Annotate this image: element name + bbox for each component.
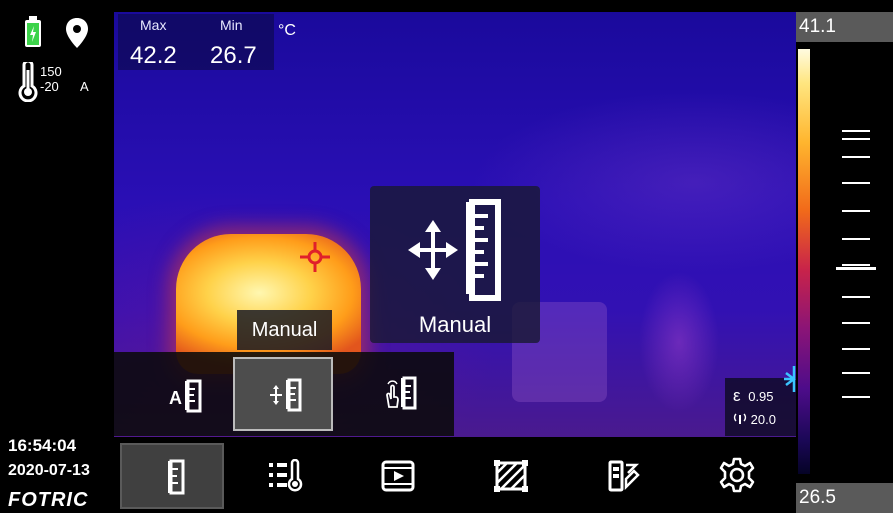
image-fusion-icon bbox=[494, 460, 528, 492]
bottom-toolbar bbox=[114, 437, 796, 513]
manual-level-button[interactable] bbox=[233, 357, 333, 431]
max-value: 42.2 bbox=[130, 42, 177, 69]
min-value: 26.7 bbox=[210, 42, 257, 69]
temperature-unit: °C bbox=[278, 22, 296, 39]
scale-min-value[interactable]: 26.5 bbox=[796, 483, 893, 513]
popup-mode-label: Manual bbox=[418, 312, 492, 337]
auto-level-button[interactable]: A bbox=[132, 357, 232, 431]
clock-time: 16:54:04 bbox=[8, 436, 77, 455]
auto-level-icon: A bbox=[169, 379, 202, 413]
battery-icon bbox=[25, 16, 41, 47]
manual-level-icon bbox=[270, 378, 302, 412]
level-cursor-marker-icon bbox=[784, 366, 796, 392]
toolbar-palette-button[interactable] bbox=[572, 443, 676, 509]
max-label: Max bbox=[140, 17, 167, 33]
range-low: -20 bbox=[40, 79, 59, 94]
temperature-range: 150 -20 bbox=[40, 64, 62, 94]
range-high: 150 bbox=[40, 64, 62, 79]
max-min-readout: Max 42.2 Min 26.7 bbox=[118, 14, 274, 70]
distance-signal-icon bbox=[733, 413, 747, 424]
measure-tools-icon bbox=[269, 459, 303, 492]
color-scale-bar: 41.1 26.5 bbox=[796, 12, 893, 513]
palette-icon bbox=[608, 460, 640, 492]
distance-value: 20.0 bbox=[750, 412, 776, 427]
emissivity-row: ε 0.95 bbox=[733, 386, 774, 406]
manual-level-popup-icon bbox=[408, 199, 501, 301]
clock-date: 2020-07-13 bbox=[8, 462, 90, 479]
brand-logo: FOTRIC bbox=[8, 489, 89, 511]
touch-level-icon bbox=[386, 376, 417, 410]
mode-tooltip: Manual bbox=[237, 310, 332, 350]
toolbar-level-span-button[interactable] bbox=[120, 443, 224, 509]
toolbar-settings-button[interactable] bbox=[685, 443, 789, 509]
palette-gradient bbox=[798, 49, 810, 474]
level-span-ticks[interactable] bbox=[836, 127, 876, 417]
level-span-icon bbox=[168, 459, 185, 495]
toolbar-image-fusion-button[interactable] bbox=[459, 443, 563, 509]
level-slider-handle bbox=[836, 267, 876, 270]
range-mode: A bbox=[80, 79, 89, 94]
toolbar-video-gallery-button[interactable] bbox=[346, 443, 450, 509]
min-label: Min bbox=[220, 17, 243, 33]
settings-gear-icon bbox=[719, 457, 755, 493]
toolbar-measure-tools-button[interactable] bbox=[233, 443, 337, 509]
thermometer-range-icon bbox=[18, 62, 38, 102]
level-mode-submenu: A bbox=[114, 352, 454, 436]
scale-max-value[interactable]: 41.1 bbox=[796, 12, 893, 42]
emissivity-symbol: ε bbox=[733, 386, 741, 405]
max-temp-cursor-icon bbox=[300, 242, 330, 272]
level-mode-popup: Manual bbox=[370, 186, 540, 343]
location-pin-icon bbox=[66, 18, 88, 48]
touch-level-button[interactable] bbox=[350, 357, 450, 431]
video-gallery-icon bbox=[381, 460, 415, 492]
emissivity-value: 0.95 bbox=[748, 389, 774, 404]
distance-row: 20.0 bbox=[733, 412, 776, 427]
auto-level-glyph: A bbox=[169, 388, 182, 408]
left-status-panel: 150 -20 A 16:54:04 2020-07-13 FOTRIC bbox=[0, 12, 114, 512]
